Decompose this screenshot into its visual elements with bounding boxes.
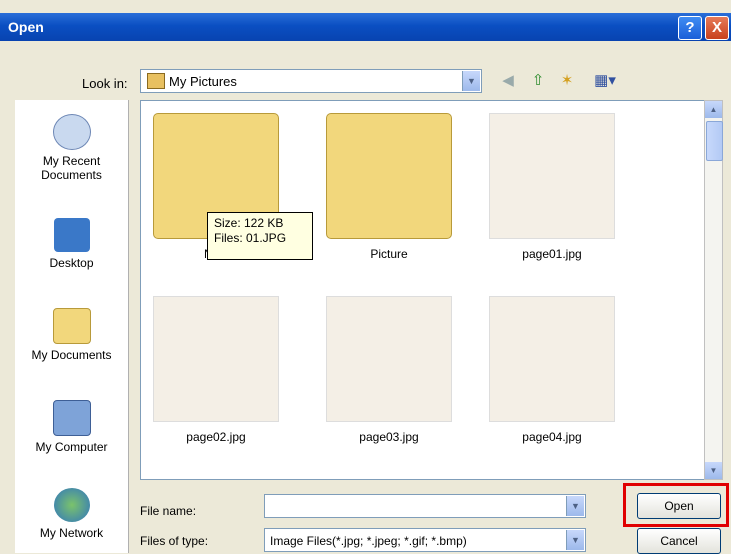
image-item[interactable]: page01.jpg <box>477 113 627 261</box>
help-button[interactable]: ? <box>678 16 702 40</box>
chevron-down-icon[interactable]: ▼ <box>462 71 480 91</box>
image-thumbnail <box>489 113 615 239</box>
folder-item[interactable]: Picture <box>314 113 464 261</box>
place-my-documents[interactable]: My Documents <box>15 308 128 362</box>
image-item[interactable]: page04.jpg <box>477 296 627 444</box>
title-bar: Open ? X <box>0 13 731 41</box>
highlight-box <box>623 483 729 527</box>
desktop-icon <box>53 218 90 252</box>
place-label: My Network <box>39 526 104 540</box>
chevron-down-icon[interactable]: ▼ <box>566 530 584 550</box>
image-item[interactable]: page03.jpg <box>314 296 464 444</box>
chevron-down-icon[interactable]: ▼ <box>566 496 584 516</box>
places-bar: My Recent Documents Desktop My Documents… <box>15 100 129 553</box>
folder-tooltip: Size: 122 KB Files: 01.JPG <box>207 212 313 260</box>
place-label: My Documents <box>31 348 112 362</box>
folder-icon <box>147 73 165 89</box>
up-folder-icon[interactable]: ⇧ <box>527 71 549 91</box>
file-name: page01.jpg <box>522 247 582 261</box>
file-name: Picture <box>370 247 408 261</box>
place-label: Desktop <box>49 256 94 270</box>
folder-icon <box>326 113 452 239</box>
tooltip-size: Size: 122 KB <box>214 216 284 230</box>
cancel-button[interactable]: Cancel <box>637 528 721 554</box>
file-name: page03.jpg <box>359 430 419 444</box>
vertical-scrollbar[interactable]: ▲ ▼ <box>704 100 723 480</box>
view-menu-icon[interactable]: ▦▾ <box>588 71 622 91</box>
place-my-computer[interactable]: My Computer <box>15 400 128 454</box>
close-button[interactable]: X <box>705 16 729 40</box>
new-folder-icon[interactable]: ✶ <box>556 71 578 91</box>
scroll-thumb[interactable] <box>706 121 723 161</box>
place-label: My Recent Documents <box>41 154 102 182</box>
back-icon[interactable]: ◀ <box>497 71 519 91</box>
my-computer-icon <box>52 400 91 436</box>
tooltip-files: Files: 01.JPG <box>214 231 287 245</box>
file-list[interactable]: New Picture page01.jpg page02.jpg page03… <box>140 100 705 480</box>
file-name-label: File name: <box>140 504 197 518</box>
look-in-value: My Pictures <box>169 74 237 89</box>
my-network-icon <box>53 488 90 522</box>
file-name: page02.jpg <box>186 430 246 444</box>
file-name-field[interactable]: ▼ <box>264 494 586 518</box>
image-thumbnail <box>326 296 452 422</box>
scroll-down-icon[interactable]: ▼ <box>705 462 722 479</box>
file-type-dropdown[interactable]: Image Files(*.jpg; *.jpeg; *.gif; *.bmp)… <box>264 528 586 552</box>
my-documents-icon <box>52 308 91 344</box>
dialog-title: Open <box>8 19 44 35</box>
recent-documents-icon <box>52 114 91 150</box>
file-name: page04.jpg <box>522 430 582 444</box>
file-type-value: Image Files(*.jpg; *.jpeg; *.gif; *.bmp) <box>270 534 467 548</box>
image-thumbnail <box>153 296 279 422</box>
image-item[interactable]: page02.jpg <box>141 296 291 444</box>
scroll-up-icon[interactable]: ▲ <box>705 101 722 118</box>
place-my-network[interactable]: My Network <box>15 488 128 540</box>
place-label: My Computer <box>35 440 108 454</box>
image-thumbnail <box>489 296 615 422</box>
file-type-label: Files of type: <box>140 534 209 548</box>
place-desktop[interactable]: Desktop <box>15 218 128 270</box>
look-in-dropdown[interactable]: My Pictures ▼ <box>140 69 482 93</box>
look-in-label: Look in: <box>82 76 128 91</box>
place-my-recent-documents[interactable]: My Recent Documents <box>15 114 128 182</box>
